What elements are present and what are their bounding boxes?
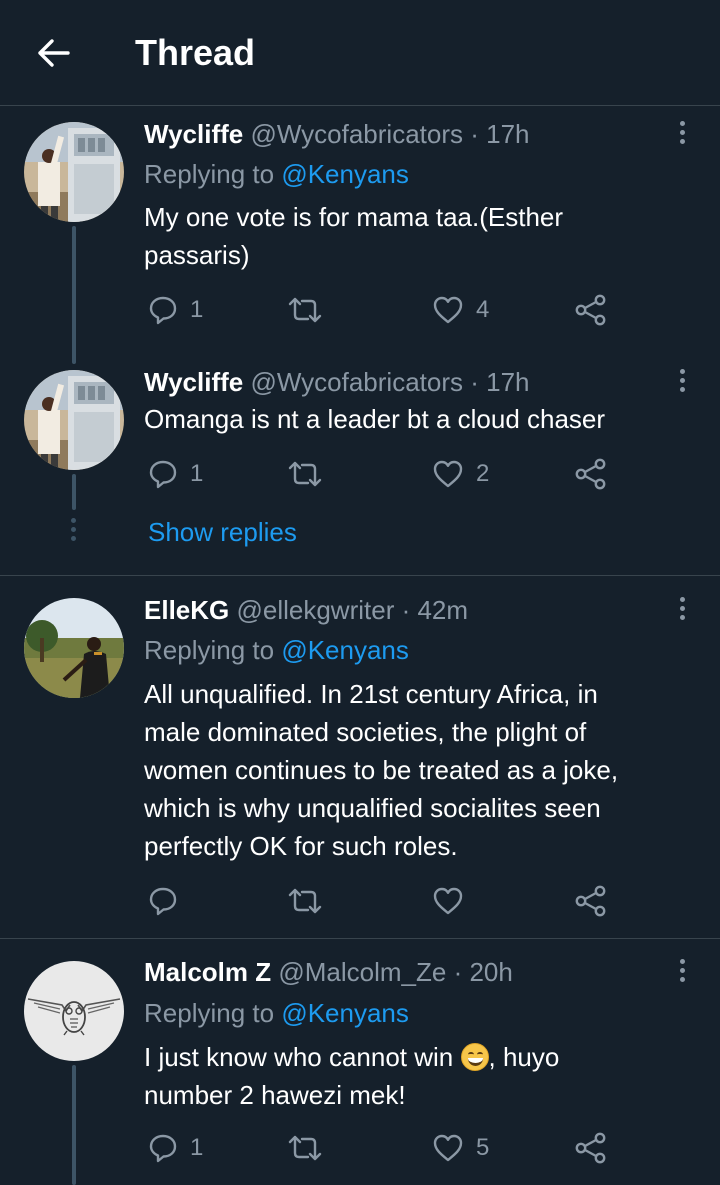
heart-icon <box>433 460 463 488</box>
tweet-header: ElleKG @ellekgwriter · 42m <box>144 594 468 626</box>
author-handle: @Malcolm_Ze · 20h <box>278 957 513 987</box>
reply-count: 1 <box>190 460 204 487</box>
like-button[interactable]: 5 <box>432 1128 489 1168</box>
more-options-button[interactable] <box>668 114 696 150</box>
like-button[interactable]: 2 <box>432 454 489 494</box>
like-button[interactable]: 4 <box>432 290 489 330</box>
grinning-squinting-face-emoji-icon <box>460 1043 489 1071</box>
share-button[interactable] <box>574 290 608 330</box>
divider <box>0 575 720 576</box>
thread-gap-dots <box>69 518 77 541</box>
replying-to: Replying to @Kenyans <box>144 997 409 1029</box>
tweet-header: Wycliffe @Wycofabricators · 17h <box>144 366 529 398</box>
more-options-button[interactable] <box>668 362 696 398</box>
author-handle: @Wycofabricators · 17h <box>250 367 530 397</box>
avatar[interactable] <box>24 122 124 222</box>
show-replies-link[interactable]: Show replies <box>148 516 297 548</box>
tweet-text-line: which is why unqualified socialites seen <box>144 793 601 823</box>
tweet-text-line: perfectly OK for such roles. <box>144 831 458 861</box>
author-name[interactable]: ElleKG <box>144 595 229 625</box>
like-count: 4 <box>476 296 490 323</box>
avatar[interactable] <box>24 961 124 1061</box>
mention-link[interactable]: @Kenyans <box>281 635 409 665</box>
tweet-actions: 1 2 <box>144 454 614 494</box>
comment-icon <box>149 296 177 325</box>
reply-count: 1 <box>190 1134 204 1161</box>
tweet-text-line: I just know who cannot win , huyo <box>144 1038 684 1076</box>
arrow-left-icon <box>38 39 70 67</box>
tweet-text-line: number 2 hawezi mek! <box>144 1080 406 1110</box>
replying-to-label: Replying to <box>144 635 282 665</box>
tweet-text: Omanga is nt a leader bt a cloud chaser <box>144 400 684 438</box>
retweet-button[interactable] <box>288 881 334 921</box>
heart-icon <box>433 296 463 324</box>
tweet-actions: 1 5 <box>144 1128 614 1168</box>
tweet-text-line: My one vote is for mama taa.(Esther <box>144 202 564 232</box>
heart-icon <box>433 1134 463 1162</box>
replying-to: Replying to @Kenyans <box>144 158 409 190</box>
comment-icon <box>149 887 177 916</box>
author-name[interactable]: Wycliffe <box>144 119 243 149</box>
divider <box>0 938 720 939</box>
share-icon <box>575 294 606 326</box>
share-button[interactable] <box>574 454 608 494</box>
tweet-text: My one vote is for mama taa.(Esther pass… <box>144 198 684 274</box>
share-icon <box>575 458 606 490</box>
tweet-text-line: All unqualified. In 21st century Africa,… <box>144 679 598 709</box>
thread-connector <box>72 1065 76 1185</box>
tweet-text: All unqualified. In 21st century Africa,… <box>144 675 684 865</box>
author-handle: @Wycofabricators · 17h <box>250 119 530 149</box>
mention-link[interactable]: @Kenyans <box>281 159 409 189</box>
tweet-text: I just know who cannot win , huyo number… <box>144 1038 684 1114</box>
reply-button[interactable]: 1 <box>148 290 203 330</box>
more-options-button[interactable] <box>668 590 696 626</box>
avatar[interactable] <box>24 370 124 470</box>
comment-icon <box>149 1134 177 1163</box>
share-icon <box>575 1132 606 1164</box>
like-count: 2 <box>476 460 490 487</box>
share-button[interactable] <box>574 1128 608 1168</box>
heart-icon <box>433 887 463 915</box>
top-bar: Thread <box>0 0 720 106</box>
tweet-actions <box>144 881 614 921</box>
reply-button[interactable] <box>148 881 190 921</box>
retweet-button[interactable] <box>288 290 334 330</box>
retweet-button[interactable] <box>288 1128 334 1168</box>
retweet-icon <box>288 1135 322 1161</box>
reply-count: 1 <box>190 296 204 323</box>
author-name[interactable]: Malcolm Z <box>144 957 271 987</box>
share-icon <box>575 885 606 917</box>
tweet-actions: 1 4 <box>144 290 614 330</box>
tweet-text-line: Omanga is nt a leader bt a cloud chaser <box>144 404 606 434</box>
more-options-button[interactable] <box>668 952 696 988</box>
mention-link[interactable]: @Kenyans <box>281 998 409 1028</box>
thread-connector <box>72 474 76 510</box>
like-count: 5 <box>476 1134 490 1161</box>
tweet-text-line: women continues to be treated as a joke, <box>144 755 619 785</box>
back-button[interactable] <box>30 30 76 76</box>
retweet-icon <box>288 297 322 323</box>
tweet-text-line: male dominated societies, the plight of <box>144 717 587 747</box>
tweet-text-line: passaris) <box>144 240 250 270</box>
tweet-header: Wycliffe @Wycofabricators · 17h <box>144 118 529 150</box>
like-button[interactable] <box>432 881 476 921</box>
retweet-icon <box>288 888 322 914</box>
page-title: Thread <box>135 32 256 73</box>
author-name[interactable]: Wycliffe <box>144 367 243 397</box>
share-button[interactable] <box>574 881 608 921</box>
retweet-icon <box>288 461 322 487</box>
thread-connector <box>72 226 76 364</box>
reply-button[interactable]: 1 <box>148 454 203 494</box>
reply-button[interactable]: 1 <box>148 1128 203 1168</box>
replying-to-label: Replying to <box>144 159 282 189</box>
author-handle: @ellekgwriter · 42m <box>236 595 469 625</box>
tweet-text-fragment: I just know who cannot win <box>144 1042 461 1072</box>
comment-icon <box>149 460 177 489</box>
avatar[interactable] <box>24 598 124 698</box>
replying-to-label: Replying to <box>144 998 282 1028</box>
tweet-header: Malcolm Z @Malcolm_Ze · 20h <box>144 956 513 988</box>
tweet-text-fragment: , huyo <box>488 1042 560 1072</box>
replying-to: Replying to @Kenyans <box>144 634 409 666</box>
retweet-button[interactable] <box>288 454 334 494</box>
